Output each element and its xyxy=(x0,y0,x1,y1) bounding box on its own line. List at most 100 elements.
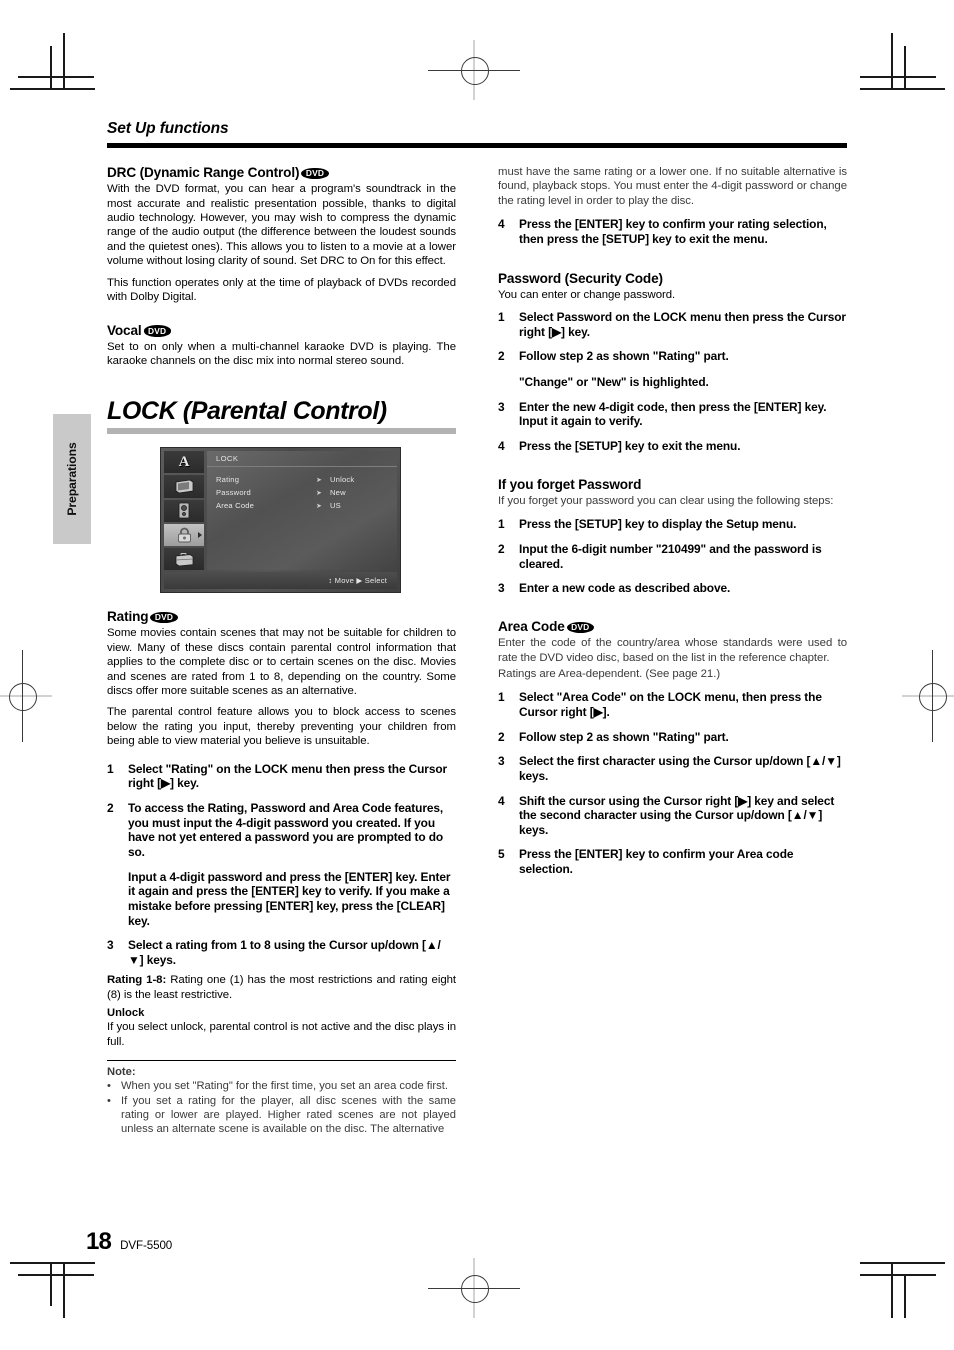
step-number: 2 xyxy=(107,801,114,816)
osd-row-area-code[interactable]: Area Code ➤ US xyxy=(216,499,391,512)
step-text: Enter the new 4-digit code, then press t… xyxy=(519,399,827,429)
briefcase-icon-svg xyxy=(175,552,194,566)
osd-row-label: Area Code xyxy=(216,501,255,511)
step-text: Select the first character using the Cur… xyxy=(519,754,841,783)
osd-content-pane: LOCK Rating ➤ Unlock Password ➤ New Area… xyxy=(207,451,397,571)
section-tab-label: Preparations xyxy=(65,442,79,516)
registration-mark-left xyxy=(0,650,52,742)
heading-lock-parental-control: LOCK (Parental Control) xyxy=(107,396,387,425)
others-briefcase-icon xyxy=(164,547,204,571)
note-continuation-text: must have the same rating or a lower one… xyxy=(498,166,847,207)
drc-paragraph-2: This function operates only at the time … xyxy=(107,276,456,304)
osd-row-label: Password xyxy=(216,488,251,498)
crop-mark-bottom-right-v xyxy=(891,1262,893,1318)
heading-if-you-forget-password: If you forget Password xyxy=(498,476,642,492)
step-number: 4 xyxy=(498,217,505,232)
language-a-glyph: A xyxy=(178,453,190,470)
lock-heading-rule xyxy=(107,428,456,435)
osd-row-value: US xyxy=(330,501,341,511)
crop-mark-top-right-v2 xyxy=(904,46,906,90)
area-code-paragraph-2: Ratings are Area-dependent. (See page 21… xyxy=(498,667,721,680)
crop-mark-top-left-v2 xyxy=(50,46,52,90)
dvd-badge-icon: DVD xyxy=(566,621,594,633)
note-item: • When you set "Rating" for the first ti… xyxy=(107,1079,456,1093)
page-footer: 18 DVF-5500 xyxy=(86,1228,172,1256)
forgot-intro: If you forget your password you can clea… xyxy=(498,494,834,507)
area-code-step-3: 3 Select the first character using the C… xyxy=(498,754,847,783)
password-intro: You can enter or change password. xyxy=(498,288,676,301)
language-a-icon: A xyxy=(164,451,204,474)
step-text: Press the [SETUP] key to display the Set… xyxy=(519,517,797,532)
selection-arrow-icon xyxy=(198,531,202,538)
password-step-1: 1 Select Password on the LOCK menu then … xyxy=(498,310,847,339)
osd-menu-title: LOCK xyxy=(216,454,239,464)
crop-mark-top-right-v xyxy=(891,33,893,89)
osd-row-label: Rating xyxy=(216,475,240,485)
rating-range-label: Rating 1-8: xyxy=(107,974,167,987)
osd-row-rating[interactable]: Rating ➤ Unlock xyxy=(216,473,391,486)
crop-mark-bottom-right-h xyxy=(860,1262,945,1264)
osd-row-marker-icon: ➤ xyxy=(316,502,323,510)
bullet-icon: • xyxy=(107,1095,111,1108)
step-number: 5 xyxy=(498,847,505,862)
audio-icon xyxy=(164,499,204,522)
osd-option-list: Rating ➤ Unlock Password ➤ New Area Code… xyxy=(216,473,391,512)
rating-range-description: Rating 1-8: Rating one (1) has the most … xyxy=(107,973,456,1002)
rating-paragraph-2: The parental control feature allows you … xyxy=(107,706,456,748)
step-text: Enter a new code as described above. xyxy=(519,581,731,596)
step-text: Press the [ENTER] key to confirm your ra… xyxy=(519,217,827,246)
heading-vocal: Vocal DVD xyxy=(107,323,456,338)
crop-mark-bottom-right-v2 xyxy=(904,1274,906,1318)
note-item: • If you set a rating for the player, al… xyxy=(107,1094,456,1136)
step-number: 1 xyxy=(498,310,505,325)
rating-step-4: 4 Press the [ENTER] key to confirm your … xyxy=(498,217,847,246)
step-text: Select a rating from 1 to 8 using the Cu… xyxy=(128,938,441,967)
heading-rating-text: Rating xyxy=(107,609,149,625)
right-column: must have the same rating or a lower one… xyxy=(498,165,847,887)
note-item-text: If you set a rating for the player, all … xyxy=(121,1095,456,1136)
step-number: 4 xyxy=(498,793,505,808)
lock-icon[interactable] xyxy=(164,523,204,546)
dvd-badge-icon: DVD xyxy=(143,325,171,337)
note-divider xyxy=(107,1060,456,1062)
registration-circle xyxy=(919,683,947,711)
step-number: 2 xyxy=(498,541,505,556)
step-number: 2 xyxy=(498,729,505,744)
crop-mark-top-left-v xyxy=(63,33,65,89)
osd-title-rule xyxy=(207,466,397,468)
crop-mark-bottom-left-h2 xyxy=(18,1274,94,1276)
password-step-3: 3 Enter the new 4-digit code, then press… xyxy=(498,400,847,429)
crop-mark-bottom-left-v2 xyxy=(50,1262,52,1306)
bullet-icon: • xyxy=(107,1080,111,1093)
registration-mark-bottom xyxy=(428,1258,520,1318)
step-number: 1 xyxy=(498,517,505,532)
audio-icon-svg xyxy=(178,502,190,519)
step-text: Shift the cursor using the Cursor right … xyxy=(519,793,835,837)
heading-area-code-text: Area Code xyxy=(498,618,565,634)
left-column: DRC (Dynamic Range Control) DVD With the … xyxy=(107,165,456,1138)
osd-row-password[interactable]: Password ➤ New xyxy=(216,486,391,499)
step-text: Select Password on the LOCK menu then pr… xyxy=(519,310,846,339)
crop-mark-bottom-left-h xyxy=(10,1262,95,1264)
heading-drc: DRC (Dynamic Range Control) DVD xyxy=(107,165,456,180)
step-number: 4 xyxy=(498,439,505,454)
area-code-step-4: 4 Shift the cursor using the Cursor righ… xyxy=(498,794,847,838)
heading-area-code: Area Code DVD xyxy=(498,619,847,634)
password-step-4: 4 Press the [SETUP] key to exit the menu… xyxy=(498,439,847,454)
step-number: 2 xyxy=(498,349,505,364)
osd-row-marker-icon: ➤ xyxy=(316,476,323,484)
registration-mark-right xyxy=(902,650,954,742)
page-content: Set Up functions DRC (Dynamic Range Cont… xyxy=(107,120,847,1250)
step-text: Press the [ENTER] key to confirm your Ar… xyxy=(519,847,794,877)
running-head: Set Up functions xyxy=(107,120,229,137)
area-code-step-5: 5 Press the [ENTER] key to confirm your … xyxy=(498,847,847,876)
page-number: 18 xyxy=(86,1228,112,1255)
note-title: Note: xyxy=(107,1066,136,1079)
crop-mark-top-right-h2 xyxy=(860,76,936,78)
osd-row-value: New xyxy=(330,488,346,498)
forgot-step-2: 2 Input the 6-digit number "210499" and … xyxy=(498,542,847,571)
rating-paragraph-1: Some movies contain scenes that may not … xyxy=(107,627,456,698)
crop-mark-top-right-h xyxy=(860,88,945,90)
rating-step-2: 2 To access the Rating, Password and Are… xyxy=(107,801,456,860)
forgot-step-1: 1 Press the [SETUP] key to display the S… xyxy=(498,517,847,532)
